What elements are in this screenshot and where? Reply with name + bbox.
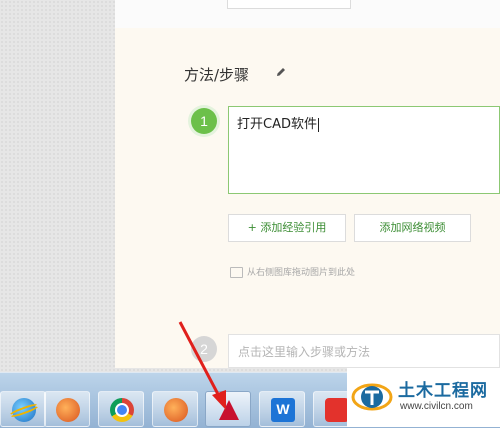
taskbar-chrome[interactable]: [98, 391, 144, 427]
red-app-icon: [325, 398, 349, 422]
step-2-input[interactable]: 点击这里输入步骤或方法: [228, 334, 500, 368]
taskbar-thunderbird-2[interactable]: [152, 391, 198, 427]
wps-icon: [271, 398, 295, 422]
step-1-text: 打开CAD软件: [237, 117, 317, 132]
step-number-2: 2: [191, 336, 217, 362]
steps-editor-panel: [115, 28, 500, 368]
taskbar-thunderbird[interactable]: [44, 391, 90, 427]
add-experience-button[interactable]: + 添加经验引用: [228, 214, 346, 242]
add-video-button[interactable]: 添加网络视频: [354, 214, 471, 242]
thunderbird-icon: [164, 398, 188, 422]
previous-field[interactable]: [227, 0, 351, 9]
drag-hint-text: 从右侧图库拖动图片到此处: [247, 268, 356, 278]
taskbar-wps[interactable]: [259, 391, 305, 427]
thunderbird-icon: [56, 398, 80, 422]
autocad-icon: [217, 398, 241, 422]
text-caret: [317, 117, 319, 132]
watermark-url: www.civilcn.com: [400, 401, 473, 412]
step-number-1: 1: [191, 108, 217, 134]
taskbar-ie[interactable]: [0, 391, 46, 427]
step-2-placeholder: 点击这里输入步骤或方法: [238, 345, 371, 359]
watermark-title: 土木工程网: [398, 381, 488, 401]
chrome-icon: [110, 398, 134, 422]
ie-icon: [12, 398, 36, 422]
section-title: 方法/步骤: [184, 66, 250, 84]
civilcn-logo: [351, 383, 393, 411]
pencil-icon[interactable]: [275, 66, 289, 80]
image-icon: [230, 267, 243, 278]
site-watermark: 土木工程网 www.civilcn.com: [347, 368, 500, 427]
step-1-input[interactable]: 打开CAD软件: [228, 106, 500, 194]
image-drop-hint: 从右侧图库拖动图片到此处: [230, 265, 355, 278]
taskbar-autocad[interactable]: [205, 391, 251, 427]
